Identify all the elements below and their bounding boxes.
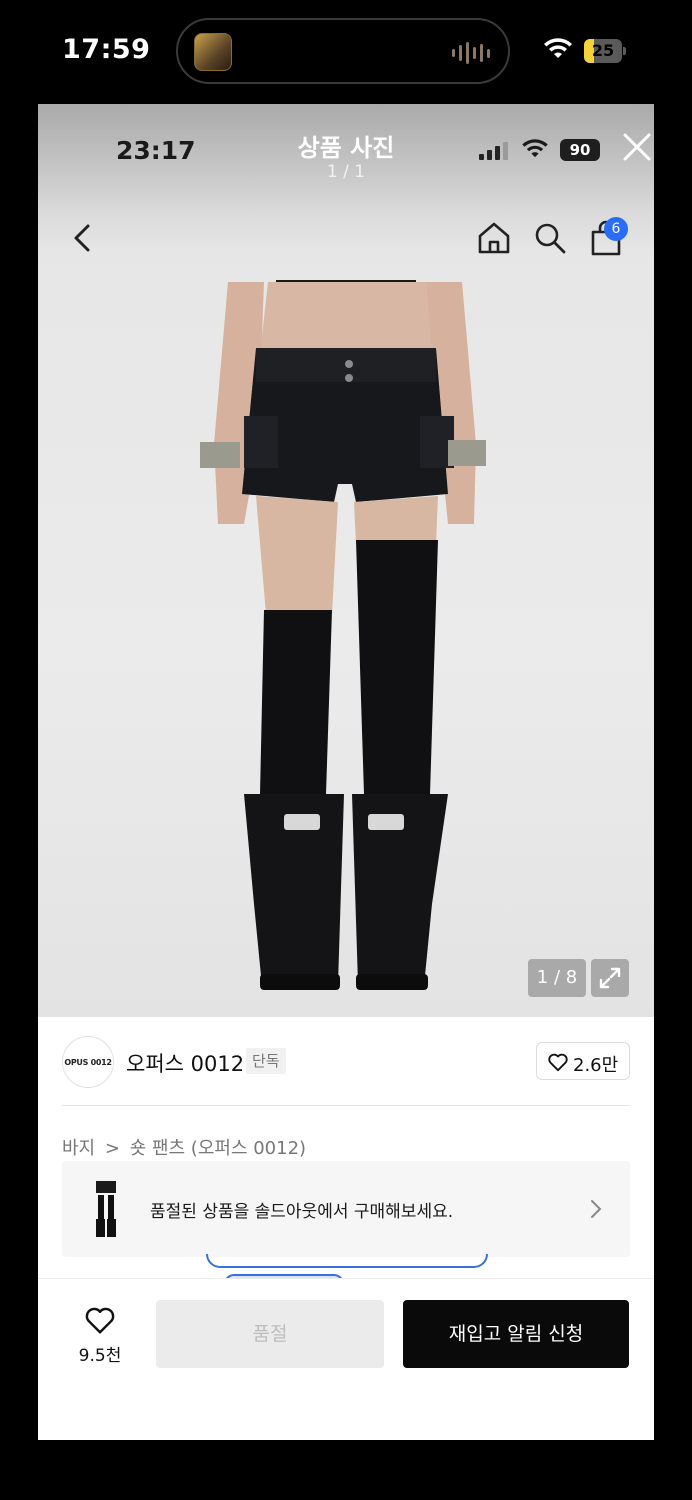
back-arrow-icon[interactable]	[68, 220, 96, 256]
photo-index-badge: 1 / 8	[528, 959, 586, 997]
brand-row[interactable]: OPUS 0012 오퍼스 0012 단독 2.6만	[62, 1034, 630, 1090]
heart-icon	[85, 1307, 115, 1334]
wishlist-count: 9.5천	[78, 1346, 122, 1366]
brand-logo[interactable]: OPUS 0012	[62, 1036, 114, 1088]
outer-battery-icon: 25	[584, 39, 626, 63]
soldout-banner-text: 품절된 상품을 솔드아웃에서 구매해보세요.	[150, 1202, 454, 1222]
peek-content-shape	[206, 1254, 488, 1268]
breadcrumb-subcategory[interactable]: 숏 팬츠 (오퍼스 0012)	[130, 1138, 306, 1159]
chevron-right-icon	[591, 1200, 602, 1218]
outer-clock: 17:59	[62, 34, 151, 65]
soldout-promo-banner[interactable]: 품절된 상품을 솔드아웃에서 구매해보세요.	[62, 1161, 630, 1257]
app-screen: 23:17 상품 사진 1 / 1 90 6 1 / 8 OPUS 0012 오…	[38, 104, 654, 1440]
live-activity-app-icon	[194, 33, 232, 71]
exclusive-tag: 단독	[246, 1048, 286, 1074]
dynamic-island[interactable]	[176, 18, 510, 84]
wishlist-button[interactable]: 9.5천	[68, 1305, 132, 1366]
outer-battery-level: 25	[591, 41, 615, 60]
photo-viewer-count: 1 / 1	[326, 162, 366, 182]
audio-wave-icon	[452, 42, 490, 64]
brand-like-button[interactable]: 2.6만	[536, 1042, 630, 1080]
heart-icon	[548, 1053, 568, 1072]
wifi-icon	[544, 38, 572, 58]
close-icon[interactable]	[620, 130, 654, 164]
divider	[62, 1105, 630, 1106]
restock-alert-button[interactable]: 재입고 알림 신청	[403, 1300, 629, 1368]
inner-wifi-icon	[522, 139, 548, 158]
search-icon[interactable]	[532, 220, 568, 256]
breadcrumb-category[interactable]: 바지	[62, 1138, 95, 1159]
product-thumbnail	[96, 1181, 116, 1237]
brand-like-count: 2.6만	[573, 1055, 619, 1076]
breadcrumb-separator: >	[104, 1138, 120, 1159]
breadcrumb: 바지 > 숏 팬츠 (오퍼스 0012)	[62, 1134, 310, 1160]
soldout-button[interactable]: 품절	[156, 1300, 384, 1368]
bottom-action-bar: 9.5천 품절 재입고 알림 신청	[38, 1278, 654, 1440]
brand-name[interactable]: 오퍼스 0012	[126, 1048, 244, 1078]
cart-count-badge: 6	[604, 217, 628, 241]
expand-icon[interactable]	[591, 959, 629, 997]
home-icon[interactable]	[476, 220, 512, 256]
outer-status-bar: 17:59 25	[0, 0, 692, 104]
inner-battery-level: 90	[560, 139, 600, 161]
cellular-signal-icon	[479, 142, 508, 160]
